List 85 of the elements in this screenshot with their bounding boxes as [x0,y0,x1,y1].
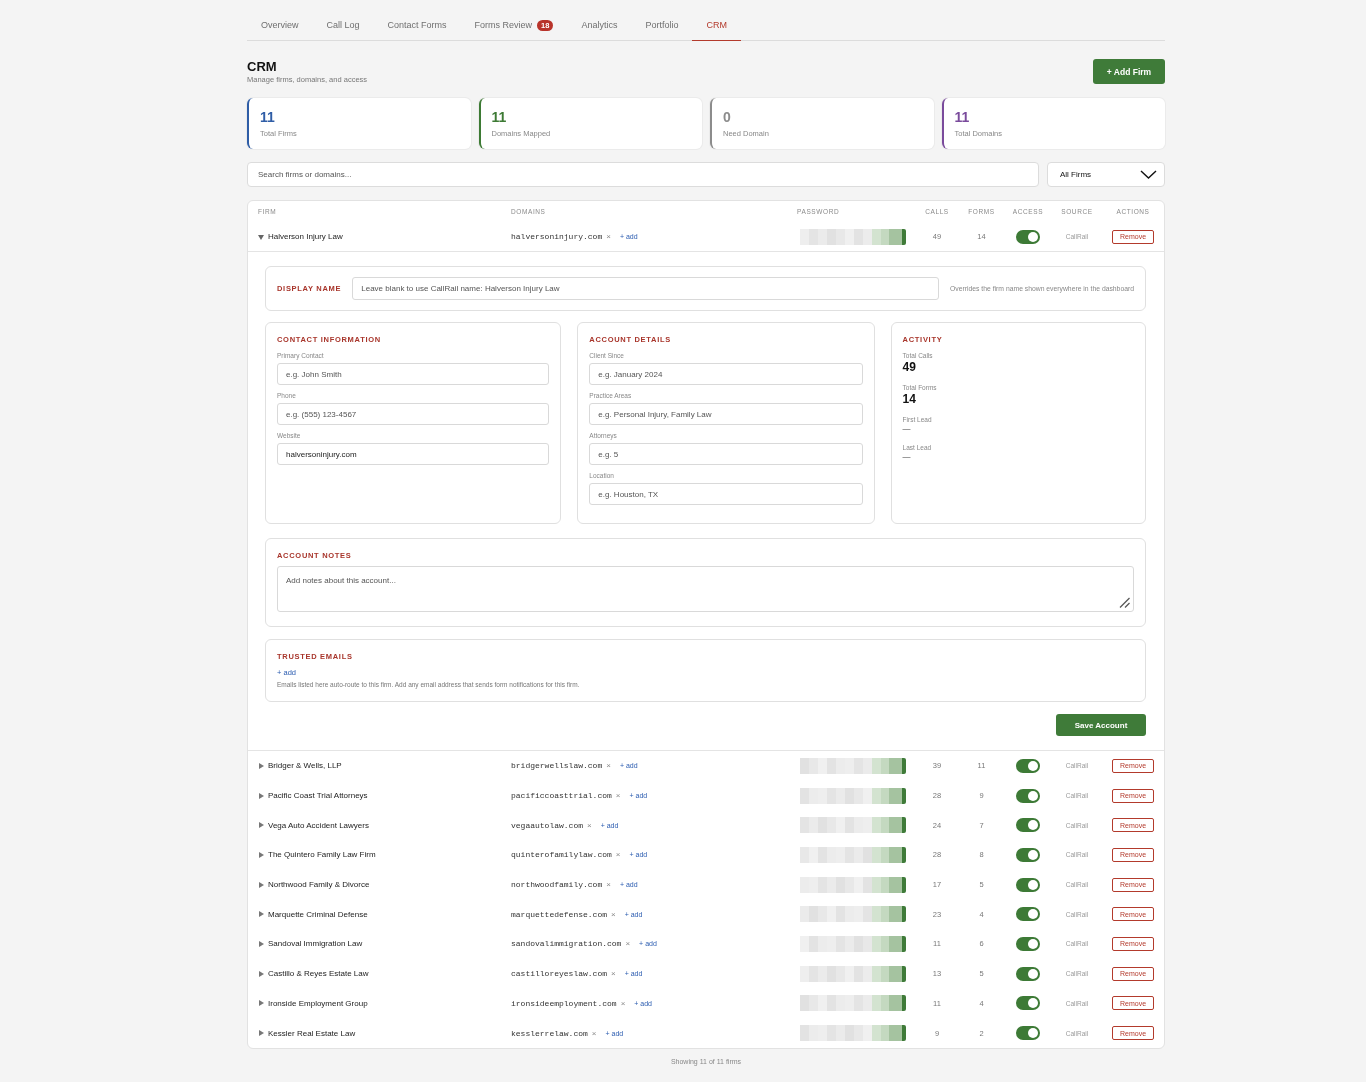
caret-right-icon[interactable] [258,1000,264,1007]
firm-name: Halverson Injury Law [268,232,343,241]
nav-tab[interactable]: Portfolio [631,10,693,41]
caret-right-icon[interactable] [258,970,264,977]
nav-tab[interactable]: Contact Forms [373,10,461,41]
firm-name: Marquette Criminal Defense [268,909,368,919]
remove-domain-button[interactable]: × [587,820,592,830]
firm-name: Ironside Employment Group [268,998,368,1008]
caret-right-icon[interactable] [258,1030,264,1037]
caret-right-icon[interactable] [258,792,264,799]
caret-down-icon[interactable] [258,233,264,240]
save-account-button[interactable]: Save Account [1056,714,1146,736]
nav-tab[interactable]: CRM [692,10,741,41]
caret-right-icon[interactable] [258,851,264,858]
activity-value: 49 [902,360,916,374]
text-field[interactable]: e.g. 5 [589,443,863,465]
remove-domain-button[interactable]: × [606,761,611,771]
access-toggle[interactable] [1016,936,1040,951]
domain-text: halversoninjury.com [511,232,603,241]
access-toggle[interactable] [1016,966,1040,981]
access-toggle[interactable] [1016,847,1040,862]
remove-domain-button[interactable]: × [620,998,626,1008]
domain-text: marquettedefense.com [511,909,607,919]
remove-domain-button[interactable]: × [591,1028,597,1038]
access-toggle[interactable] [1016,996,1040,1011]
activity-value: — [902,452,911,462]
domain-text: sandovalimmigration.com [511,939,622,949]
firm-name: The Quintero Family Law Firm [268,850,376,860]
firm-name: Pacific Coast Trial Attorneys [268,791,368,801]
caret-right-icon[interactable] [258,822,264,829]
remove-domain-button[interactable]: × [611,909,616,919]
access-toggle[interactable] [1016,907,1040,922]
text-field[interactable]: e.g. John Smith [277,363,550,385]
resize-grip-icon[interactable] [1119,597,1130,608]
page-title: CRM [247,59,278,75]
caret-right-icon[interactable] [258,762,264,769]
activity-value: 14 [902,392,916,406]
domain-text: quinterofamilylaw.com [511,850,612,860]
domain-text: kesslerrelaw.com [511,1028,588,1038]
nav-tab[interactable]: Analytics [567,10,632,41]
stat-value: 0 [723,109,731,125]
chevron-down-icon [1140,170,1157,179]
notes-field[interactable]: Add notes about this account... [277,566,1134,612]
domain-text: ironsideemployment.com [511,998,617,1008]
stat-value: 11 [491,109,507,125]
access-toggle[interactable] [1016,788,1040,803]
access-toggle[interactable] [1016,758,1040,773]
access-toggle[interactable] [1016,818,1040,833]
domain-text: castilloreyeslaw.com [511,969,607,979]
remove-domain-button[interactable]: × [606,880,611,890]
text-field[interactable]: e.g. January 2024 [589,363,863,385]
remove-domain-button[interactable]: × [611,969,616,979]
remove-domain-button[interactable]: × [615,791,621,801]
nav-tab[interactable]: Overview [247,10,313,41]
stat-value: 11 [260,109,275,125]
text-field[interactable]: halversoninjury.com [277,443,550,465]
caret-right-icon[interactable] [258,881,264,888]
firm-name: Northwood Family & Divorce [268,880,370,890]
text-field[interactable]: e.g. Personal Injury, Family Law [589,403,863,425]
firm-name: Bridger & Wells, LLP [268,761,342,771]
search-field[interactable]: Search firms or domains... [247,162,1039,187]
firm-name: Vega Auto Accident Lawyers [268,820,369,830]
firm-name: Castillo & Reyes Estate Law [268,969,369,979]
domain-text: pacificcoasttrial.com [511,791,612,801]
domain-text: northwoodfamily.com [511,880,603,890]
firm-filter-dropdown[interactable]: All Firms [1047,162,1165,187]
remove-domain-button[interactable]: × [606,232,611,241]
domain-text: bridgerwellslaw.com [511,761,603,771]
activity-value: — [902,424,911,434]
nav-tab[interactable]: Call Log [312,10,374,41]
access-toggle[interactable] [1016,1026,1040,1041]
access-toggle[interactable] [1016,229,1040,244]
firm-name: Kessler Real Estate Law [268,1028,356,1038]
text-field[interactable]: e.g. (555) 123-4567 [277,403,550,425]
domain-text: vegaautolaw.com [511,820,583,830]
stat-value: 11 [954,109,970,125]
add-firm-button[interactable]: + Add Firm [1093,59,1165,84]
caret-right-icon[interactable] [258,911,264,918]
remove-domain-button[interactable]: × [625,939,631,949]
text-field[interactable]: e.g. Houston, TX [589,483,863,505]
remove-domain-button[interactable]: × [615,850,621,860]
display-name-field[interactable]: Leave blank to use CallRail name: Halverson Injury Law [352,277,939,300]
access-toggle[interactable] [1016,877,1040,892]
caret-right-icon[interactable] [258,940,264,947]
firm-name: Sandoval Immigration Law [268,939,363,949]
